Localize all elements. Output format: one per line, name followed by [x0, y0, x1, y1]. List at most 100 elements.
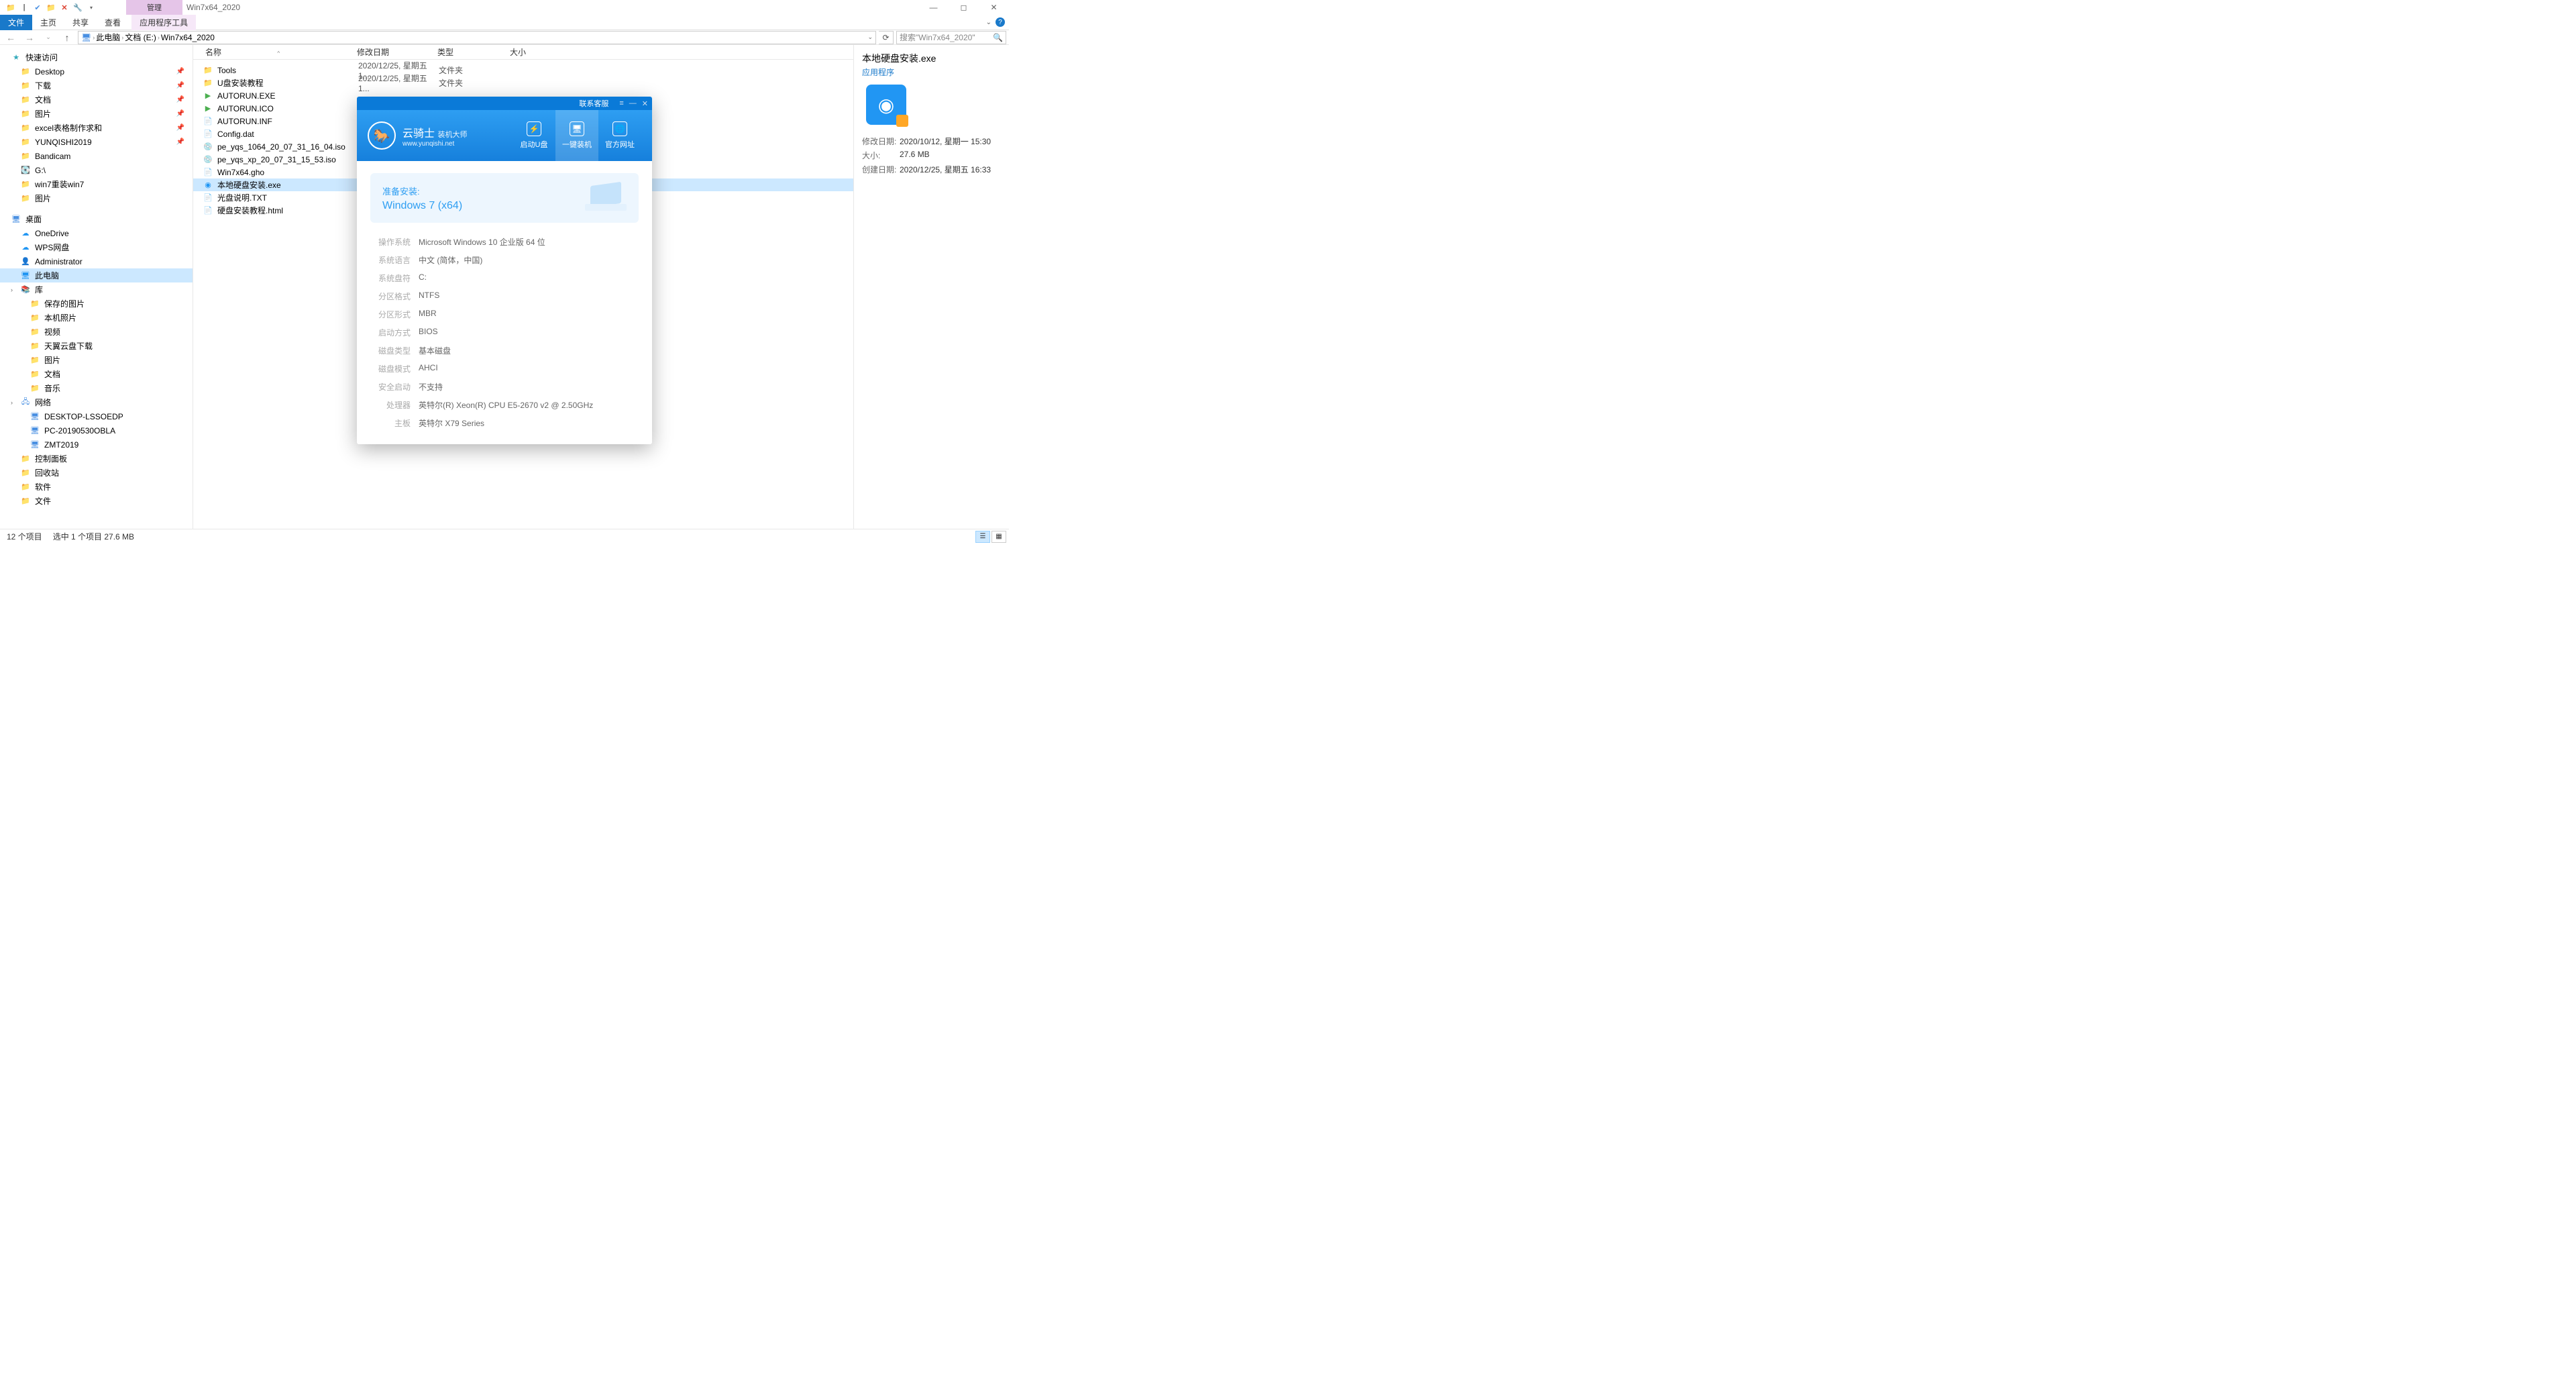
- nav-quick-item[interactable]: 📁图片📌: [0, 107, 193, 121]
- installer-tab[interactable]: 🖥一键装机: [555, 110, 598, 161]
- installer-tab[interactable]: ⚡启动U盘: [513, 110, 555, 161]
- nav-quick-item[interactable]: 📁Desktop📌: [0, 64, 193, 79]
- ribbon-tab-share[interactable]: 共享: [64, 15, 97, 30]
- nav-recent-dropdown[interactable]: ⌄: [40, 31, 56, 44]
- nav-desktop[interactable]: 🖥 桌面: [0, 212, 193, 226]
- nav-desktop-item[interactable]: ›📚库: [0, 282, 193, 297]
- ribbon-collapse-icon[interactable]: ⌄: [986, 19, 991, 26]
- pin-icon: 📌: [176, 124, 184, 132]
- info-row: 系统语言中文 (简体，中国): [373, 254, 636, 266]
- chevron-right-icon[interactable]: ›: [11, 287, 13, 293]
- nav-desktop-item[interactable]: ☁OneDrive: [0, 226, 193, 240]
- nav-quick-item[interactable]: 📁下载📌: [0, 79, 193, 93]
- minimize-button[interactable]: —: [918, 0, 949, 15]
- nav-quick-item[interactable]: 📁win7重装win7: [0, 177, 193, 191]
- nav-label: 下载: [35, 80, 51, 91]
- lib-icon: 📚: [20, 285, 31, 295]
- close-button[interactable]: ✕: [979, 0, 1009, 15]
- help-icon[interactable]: ?: [996, 17, 1005, 27]
- nav-lib-item[interactable]: 📁图片: [0, 353, 193, 367]
- file-row[interactable]: 📁U盘安装教程2020/12/25, 星期五 1...文件夹: [193, 76, 853, 89]
- view-icons-button[interactable]: ▦: [991, 531, 1006, 543]
- app-icon: ◉: [866, 85, 906, 125]
- nav-quick-access[interactable]: ★ 快速访问: [0, 50, 193, 64]
- nav-lib-item[interactable]: 📁音乐: [0, 381, 193, 395]
- close-icon[interactable]: ✕: [642, 99, 648, 108]
- nav-other-item[interactable]: 📁控制面板: [0, 452, 193, 466]
- column-size[interactable]: 大小: [504, 46, 558, 58]
- nav-network[interactable]: › 🖧 网络: [0, 395, 193, 409]
- nav-quick-item[interactable]: 📁excel表格制作求和📌: [0, 121, 193, 135]
- minimize-icon[interactable]: —: [629, 99, 637, 107]
- view-details-button[interactable]: ☰: [975, 531, 990, 543]
- nav-label: 控制面板: [35, 453, 67, 464]
- txt-icon: 📄: [203, 116, 213, 127]
- column-name[interactable]: 名称 ^: [200, 46, 352, 58]
- nav-other-item[interactable]: 📁回收站: [0, 466, 193, 480]
- search-icon[interactable]: 🔍: [993, 33, 1003, 42]
- chevron-right-icon[interactable]: ›: [11, 399, 13, 406]
- contact-link[interactable]: 联系客服: [579, 98, 608, 109]
- nav-quick-item[interactable]: 📁图片: [0, 191, 193, 205]
- ribbon-tab-file[interactable]: 文件: [0, 15, 32, 30]
- nav-back-button[interactable]: ←: [3, 31, 19, 44]
- ribbon-tab-home[interactable]: 主页: [32, 15, 64, 30]
- nav-quick-item[interactable]: 📁YUNQISHI2019📌: [0, 135, 193, 149]
- check-icon[interactable]: ✔: [32, 2, 43, 13]
- menu-icon[interactable]: ≡: [619, 99, 623, 107]
- folder-icon[interactable]: 📁: [46, 2, 56, 13]
- nav-other-item[interactable]: 📁文件: [0, 494, 193, 508]
- nav-network-item[interactable]: 🖥ZMT2019: [0, 438, 193, 452]
- chevron-right-icon[interactable]: ›: [158, 34, 160, 41]
- nav-label: 天翼云盘下载: [44, 340, 93, 352]
- file-row[interactable]: 📁Tools2020/12/25, 星期五 1...文件夹: [193, 64, 853, 76]
- nav-desktop-item[interactable]: 🖥此电脑: [0, 268, 193, 282]
- installer-tab[interactable]: 🌐官方网址: [598, 110, 641, 161]
- system-info: 操作系统Microsoft Windows 10 企业版 64 位系统语言中文 …: [370, 232, 639, 440]
- file-name: 光盘说明.TXT: [217, 192, 358, 203]
- nav-network-item[interactable]: 🖥PC-20190530OBLA: [0, 423, 193, 438]
- nav-forward-button[interactable]: →: [21, 31, 38, 44]
- maximize-button[interactable]: ◻: [949, 0, 979, 15]
- nav-lib-item[interactable]: 📁视频: [0, 325, 193, 339]
- nav-label: Desktop: [35, 67, 64, 76]
- nav-lib-item[interactable]: 📁保存的图片: [0, 297, 193, 311]
- nav-label: Administrator: [35, 257, 83, 266]
- brand-logo-icon: 🐎: [368, 121, 396, 150]
- nav-network-item[interactable]: 🖥DESKTOP-LSSOEDP: [0, 409, 193, 423]
- nav-lib-item[interactable]: 📁本机照片: [0, 311, 193, 325]
- nav-desktop-item[interactable]: 👤Administrator: [0, 254, 193, 268]
- nav-desktop-item[interactable]: ☁WPS网盘: [0, 240, 193, 254]
- ribbon-tab-apptools[interactable]: 应用程序工具: [131, 15, 196, 30]
- nav-label: 图片: [44, 354, 60, 366]
- breadcrumb-item[interactable]: 文档 (E:): [125, 32, 156, 43]
- installer-body: 准备安装: Windows 7 (x64) 操作系统Microsoft Wind…: [357, 161, 652, 444]
- nav-up-button[interactable]: ↑: [59, 31, 75, 44]
- folder-icon: 📁: [30, 299, 40, 309]
- wrench-icon[interactable]: 🔧: [72, 2, 83, 13]
- refresh-button[interactable]: ⟳: [879, 31, 894, 44]
- breadcrumb-dropdown-icon[interactable]: ⌄: [867, 34, 873, 41]
- info-label: 启动方式: [373, 327, 411, 338]
- search-input[interactable]: 搜索"Win7x64_2020" 🔍: [896, 31, 1006, 44]
- nav-lib-item[interactable]: 📁天翼云盘下载: [0, 339, 193, 353]
- ribbon-tab-view[interactable]: 查看: [97, 15, 129, 30]
- nav-quick-item[interactable]: 💽G:\: [0, 163, 193, 177]
- navigation-pane[interactable]: ★ 快速访问 📁Desktop📌📁下载📌📁文档📌📁图片📌📁excel表格制作求和…: [0, 45, 193, 529]
- nav-lib-item[interactable]: 📁文档: [0, 367, 193, 381]
- folder-icon: 📁: [20, 179, 31, 190]
- folder-icon: 📁: [20, 496, 31, 507]
- breadcrumb-item[interactable]: 此电脑: [96, 32, 120, 43]
- dropdown-icon[interactable]: ▾: [86, 2, 97, 13]
- delete-icon[interactable]: ✕: [59, 2, 70, 13]
- column-date[interactable]: 修改日期: [352, 46, 432, 58]
- nav-quick-item[interactable]: 📁文档📌: [0, 93, 193, 107]
- chevron-right-icon[interactable]: ›: [121, 34, 123, 41]
- nav-other-item[interactable]: 📁软件: [0, 480, 193, 494]
- breadcrumb-item[interactable]: Win7x64_2020: [161, 33, 215, 42]
- nav-quick-item[interactable]: 📁Bandicam: [0, 149, 193, 163]
- column-type[interactable]: 类型: [432, 46, 504, 58]
- breadcrumb[interactable]: 🖥 › 此电脑 › 文档 (E:) › Win7x64_2020 ⌄: [78, 31, 876, 44]
- chevron-right-icon[interactable]: ›: [93, 34, 95, 41]
- installer-titlebar[interactable]: 联系客服 ≡ — ✕: [357, 97, 652, 110]
